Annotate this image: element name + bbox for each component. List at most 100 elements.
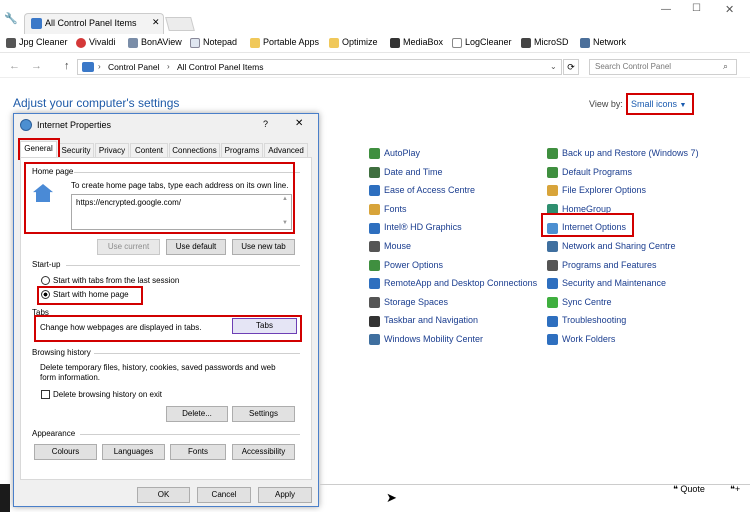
- breadcrumb-all-items[interactable]: All Control Panel Items: [177, 62, 263, 72]
- radio-last-session-label: Start with tabs from the last session: [53, 276, 180, 285]
- cp-item-programs-and-features[interactable]: Programs and Features: [547, 260, 657, 271]
- sd-card-icon: [521, 37, 531, 48]
- cp-item-storage-spaces[interactable]: Storage Spaces: [369, 297, 448, 308]
- use-new-tab-button[interactable]: Use new tab: [232, 239, 295, 255]
- tab-connections[interactable]: Connections: [169, 143, 220, 157]
- tab-security[interactable]: Security: [58, 143, 94, 157]
- settings-button[interactable]: Settings: [232, 406, 295, 422]
- fonts-button[interactable]: Fonts: [170, 444, 226, 460]
- cp-item-internet-options[interactable]: Internet Options: [547, 222, 626, 234]
- cp-item-network-and-sharing-centre[interactable]: Network and Sharing Centre: [547, 241, 676, 253]
- minimize-icon[interactable]: —: [661, 4, 671, 15]
- view-by-value: Small icons: [631, 99, 678, 109]
- delete-button[interactable]: Delete...: [166, 406, 228, 422]
- startup-divider: [66, 265, 300, 266]
- forward-arrow-icon[interactable]: →: [31, 60, 42, 72]
- bookmark-mediabox[interactable]: MediaBox: [390, 37, 443, 48]
- cp-item-taskbar-and-navigation[interactable]: Taskbar and Navigation: [369, 315, 478, 327]
- close-window-icon[interactable]: ✕: [725, 3, 734, 16]
- bookmark-notepad[interactable]: Notepad: [190, 37, 237, 48]
- tab-programs[interactable]: Programs: [221, 143, 263, 157]
- notepad-icon: [190, 37, 200, 48]
- cp-item-homegroup[interactable]: HomeGroup: [547, 204, 611, 215]
- home-page-description: To create home page tabs, type each addr…: [71, 181, 289, 190]
- bookmark-logcleaner[interactable]: LogCleaner: [452, 37, 512, 48]
- languages-button[interactable]: Languages: [102, 444, 165, 460]
- bookmark-network[interactable]: Network: [580, 37, 626, 48]
- bookmark-icon: [452, 37, 462, 48]
- cp-item-troubleshooting[interactable]: Troubleshooting: [547, 315, 626, 327]
- home-page-label: Home page: [32, 167, 74, 176]
- wrench-icon[interactable]: 🔧: [4, 12, 18, 25]
- cp-item-autoplay[interactable]: AutoPlay: [369, 148, 420, 160]
- new-tab-button[interactable]: [165, 17, 195, 31]
- cp-item-windows-mobility-center[interactable]: Windows Mobility Center: [369, 334, 483, 346]
- home-page-divider: [74, 172, 300, 173]
- refresh-button[interactable]: ⟳: [563, 59, 579, 75]
- search-icon: ⌕: [723, 61, 729, 71]
- tabs-description: Change how webpages are displayed in tab…: [40, 323, 202, 332]
- tab-advanced[interactable]: Advanced: [264, 143, 308, 157]
- dialog-close-icon[interactable]: ✕: [295, 118, 303, 129]
- tabs-button[interactable]: Tabs: [232, 318, 297, 334]
- cancel-button[interactable]: Cancel: [197, 487, 251, 503]
- cp-item-security-and-maintenance[interactable]: Security and Maintenance: [547, 278, 666, 290]
- cp-item-label: Fonts: [384, 203, 407, 214]
- cp-item-file-explorer-options[interactable]: File Explorer Options: [547, 185, 646, 197]
- use-current-button[interactable]: Use current: [97, 239, 160, 255]
- tab-content[interactable]: Content: [130, 143, 168, 157]
- address-bar[interactable]: › Control Panel › All Control Panel Item…: [77, 59, 562, 75]
- cp-item-back-up-and-restore-windows-7[interactable]: Back up and Restore (Windows 7): [547, 148, 699, 160]
- scroll-down-icon[interactable]: ▼: [282, 220, 288, 226]
- tab-general[interactable]: General: [20, 141, 57, 157]
- maximize-icon[interactable]: ☐: [692, 3, 701, 14]
- bookmark-portable-apps[interactable]: Portable Apps: [250, 37, 319, 48]
- ok-button[interactable]: OK: [137, 487, 190, 503]
- colours-button[interactable]: Colours: [34, 444, 97, 460]
- search-placeholder: Search Control Panel: [595, 62, 672, 71]
- bookmark-vivaldi[interactable]: Vivaldi: [76, 37, 115, 48]
- tab-privacy[interactable]: Privacy: [95, 143, 129, 157]
- home-page-url-field[interactable]: https://encrypted.google.com/ ▲ ▼: [71, 194, 292, 230]
- back-up-and-restore-windows-7-icon: [547, 148, 558, 160]
- cp-item-remoteapp-and-desktop-connections[interactable]: RemoteApp and Desktop Connections: [369, 278, 537, 290]
- help-icon[interactable]: ?: [263, 119, 268, 129]
- bookmark-icon: [6, 37, 16, 48]
- breadcrumb-control-panel[interactable]: Control Panel: [108, 62, 160, 72]
- cp-item-date-and-time[interactable]: Date and Time: [369, 167, 443, 178]
- bookmark-jpg-cleaner[interactable]: Jpg Cleaner: [6, 37, 68, 48]
- browser-tab[interactable]: All Control Panel Items ✕: [24, 13, 164, 34]
- radio-last-session[interactable]: [41, 276, 50, 285]
- windows-mobility-center-icon: [369, 334, 380, 346]
- bookmark-optimize[interactable]: Optimize: [329, 37, 378, 48]
- cp-item-ease-of-access-centre[interactable]: Ease of Access Centre: [369, 185, 475, 197]
- breadcrumb-sep-icon: ›: [98, 62, 101, 71]
- cp-item-default-programs[interactable]: Default Programs: [547, 167, 632, 178]
- cp-item-label: Storage Spaces: [384, 296, 449, 307]
- apply-button[interactable]: Apply: [258, 487, 312, 503]
- up-arrow-icon[interactable]: ↑: [64, 60, 70, 72]
- radio-home-page[interactable]: [41, 290, 50, 299]
- multi-quote-icon[interactable]: ❝+: [730, 484, 740, 495]
- scroll-up-icon[interactable]: ▲: [282, 196, 288, 202]
- cp-item-sync-centre[interactable]: Sync Centre: [547, 297, 612, 308]
- delete-on-exit-checkbox[interactable]: [41, 390, 50, 399]
- bookmark-microsd[interactable]: MicroSD: [521, 37, 569, 48]
- bookmark-icon: [128, 37, 138, 48]
- search-input[interactable]: Search Control Panel ⌕: [589, 59, 737, 75]
- quote-button[interactable]: ❝ Quote: [673, 484, 705, 495]
- view-by-dropdown[interactable]: Small icons ▼: [626, 93, 694, 115]
- cp-item-work-folders[interactable]: Work Folders: [547, 334, 615, 346]
- use-default-button[interactable]: Use default: [166, 239, 226, 255]
- internet-options-icon: [547, 222, 558, 234]
- cp-item-mouse[interactable]: Mouse: [369, 241, 411, 253]
- cp-item-intel-hd-graphics[interactable]: Intel® HD Graphics: [369, 222, 462, 234]
- cp-item-power-options[interactable]: Power Options: [369, 260, 443, 271]
- accessibility-button[interactable]: Accessibility: [232, 444, 295, 460]
- bookmark-bonaview[interactable]: BonAView: [128, 37, 182, 48]
- tab-close-icon[interactable]: ✕: [152, 17, 160, 28]
- back-arrow-icon[interactable]: ←: [9, 60, 20, 72]
- chevron-down-icon[interactable]: ⌄: [550, 62, 557, 71]
- cp-item-fonts[interactable]: Fonts: [369, 204, 407, 215]
- file-explorer-options-icon: [547, 185, 558, 197]
